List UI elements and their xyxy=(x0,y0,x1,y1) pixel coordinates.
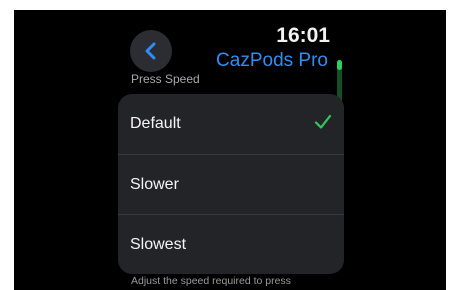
option-label: Slowest xyxy=(130,235,187,253)
press-speed-options: Default Slower Slowest xyxy=(118,94,344,274)
option-default[interactable]: Default xyxy=(118,94,344,154)
checkmark-icon xyxy=(314,114,332,129)
scrollbar-thumb[interactable] xyxy=(337,60,342,70)
option-slower[interactable]: Slower xyxy=(118,154,344,214)
option-label: Default xyxy=(130,115,181,132)
watch-screen: 16:01 CazPods Pro Press Speed Default Sl… xyxy=(14,10,446,290)
chevron-left-icon xyxy=(145,42,156,60)
footer-description: Adjust the speed required to press xyxy=(131,275,291,287)
app-title: CazPods Pro xyxy=(216,50,328,71)
status-time: 16:01 xyxy=(276,24,330,47)
option-slowest[interactable]: Slowest xyxy=(118,214,344,274)
back-button[interactable] xyxy=(130,30,172,72)
option-label: Slower xyxy=(130,175,179,193)
section-header: Press Speed xyxy=(131,72,200,86)
